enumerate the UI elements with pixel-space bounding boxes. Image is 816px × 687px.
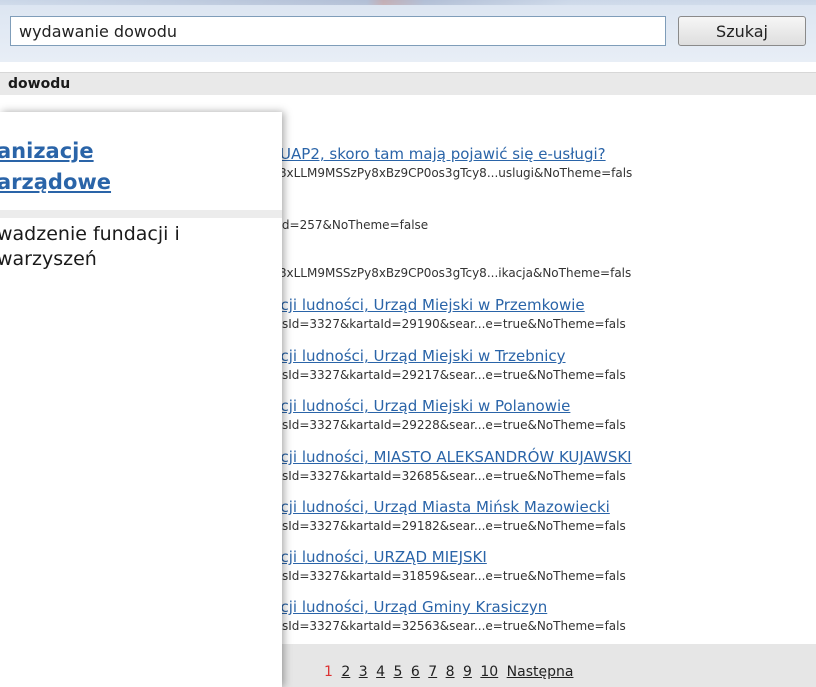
result-url: pisId=3327&kartaId=32563&sear...e=true&N…: [271, 619, 626, 633]
page-link[interactable]: 9: [463, 664, 472, 680]
page-link[interactable]: 3: [359, 664, 368, 680]
result-title-link[interactable]: ncji ludności, Urząd Miasta Mińsk Mazowi…: [271, 498, 610, 516]
result-url: K8xLLM9MSSzPy8xBz9CP0os3gTcy8...ikacja&N…: [271, 266, 632, 280]
result-title-link[interactable]: ncji ludności, Urząd Miejski w Przemkowi…: [271, 296, 585, 314]
result-url: pisId=3327&kartaId=32685&sear...e=true&N…: [271, 469, 626, 483]
topbar-accent-strip: [0, 0, 816, 5]
search-button[interactable]: Szukaj: [678, 16, 806, 46]
page-link[interactable]: 2: [341, 664, 350, 680]
category-heading-line: arządowe: [0, 170, 112, 194]
page-link[interactable]: 6: [411, 664, 420, 680]
result-url: pisId=3327&kartaId=31859&sear...e=true&N…: [271, 569, 626, 583]
page-link[interactable]: 4: [376, 664, 385, 680]
next-page-link[interactable]: Następna: [507, 664, 574, 680]
pagination: 1 2 3 4 5 6 7 8 9 10 Następna: [324, 664, 577, 680]
result-url: pisId=3327&kartaId=29217&sear...e=true&N…: [271, 368, 626, 382]
category-heading-line: anizacje: [0, 139, 94, 163]
result-title-link[interactable]: ncji ludności, Urząd Miejski w Polanowie: [271, 397, 570, 415]
overlay-divider-band: [0, 210, 282, 218]
search-input[interactable]: [10, 16, 666, 46]
result-title-link[interactable]: ncji ludności, Urząd Gminy Krasiczyn: [271, 598, 547, 616]
category-subitem[interactable]: wadzenie fundacji i warzyszeń: [0, 222, 282, 272]
result-url: pisId=3327&kartaId=29190&sear...e=true&N…: [271, 317, 626, 331]
search-bar: Szukaj: [0, 0, 816, 62]
page-link[interactable]: 10: [480, 664, 498, 680]
category-heading-link[interactable]: anizacje arządowe: [0, 136, 282, 198]
result-url: eId=257&NoTheme=false: [271, 218, 429, 232]
page-link[interactable]: 8: [446, 664, 455, 680]
result-title-link[interactable]: ncji ludności, URZĄD MIEJSKI: [271, 548, 487, 566]
result-title-link[interactable]: ncji ludności, Urząd Miejski w Trzebnicy: [271, 347, 566, 365]
category-overlay-panel: anizacje arządowe wadzenie fundacji i wa…: [0, 112, 282, 687]
page-link[interactable]: 5: [394, 664, 403, 680]
page-link[interactable]: 7: [428, 664, 437, 680]
category-subitem-line: wadzenie fundacji i: [0, 223, 180, 245]
page-current: 1: [324, 664, 333, 680]
result-title-link[interactable]: PUAP2, skoro tam mają pojawić się e-usłu…: [271, 145, 606, 163]
results-section-header: dowodu: [0, 72, 816, 95]
result-title-link[interactable]: ncji ludności, MIASTO ALEKSANDRÓW KUJAWS…: [271, 448, 632, 466]
result-url: pisId=3327&kartaId=29228&sear...e=true&N…: [271, 418, 626, 432]
category-subitem-line: warzyszeń: [0, 248, 97, 270]
result-url: pisId=3327&kartaId=29182&sear...e=true&N…: [271, 519, 626, 533]
result-url: K8xLLM9MSSzPy8xBz9CP0os3gTcy8...uslugi&N…: [271, 166, 633, 180]
